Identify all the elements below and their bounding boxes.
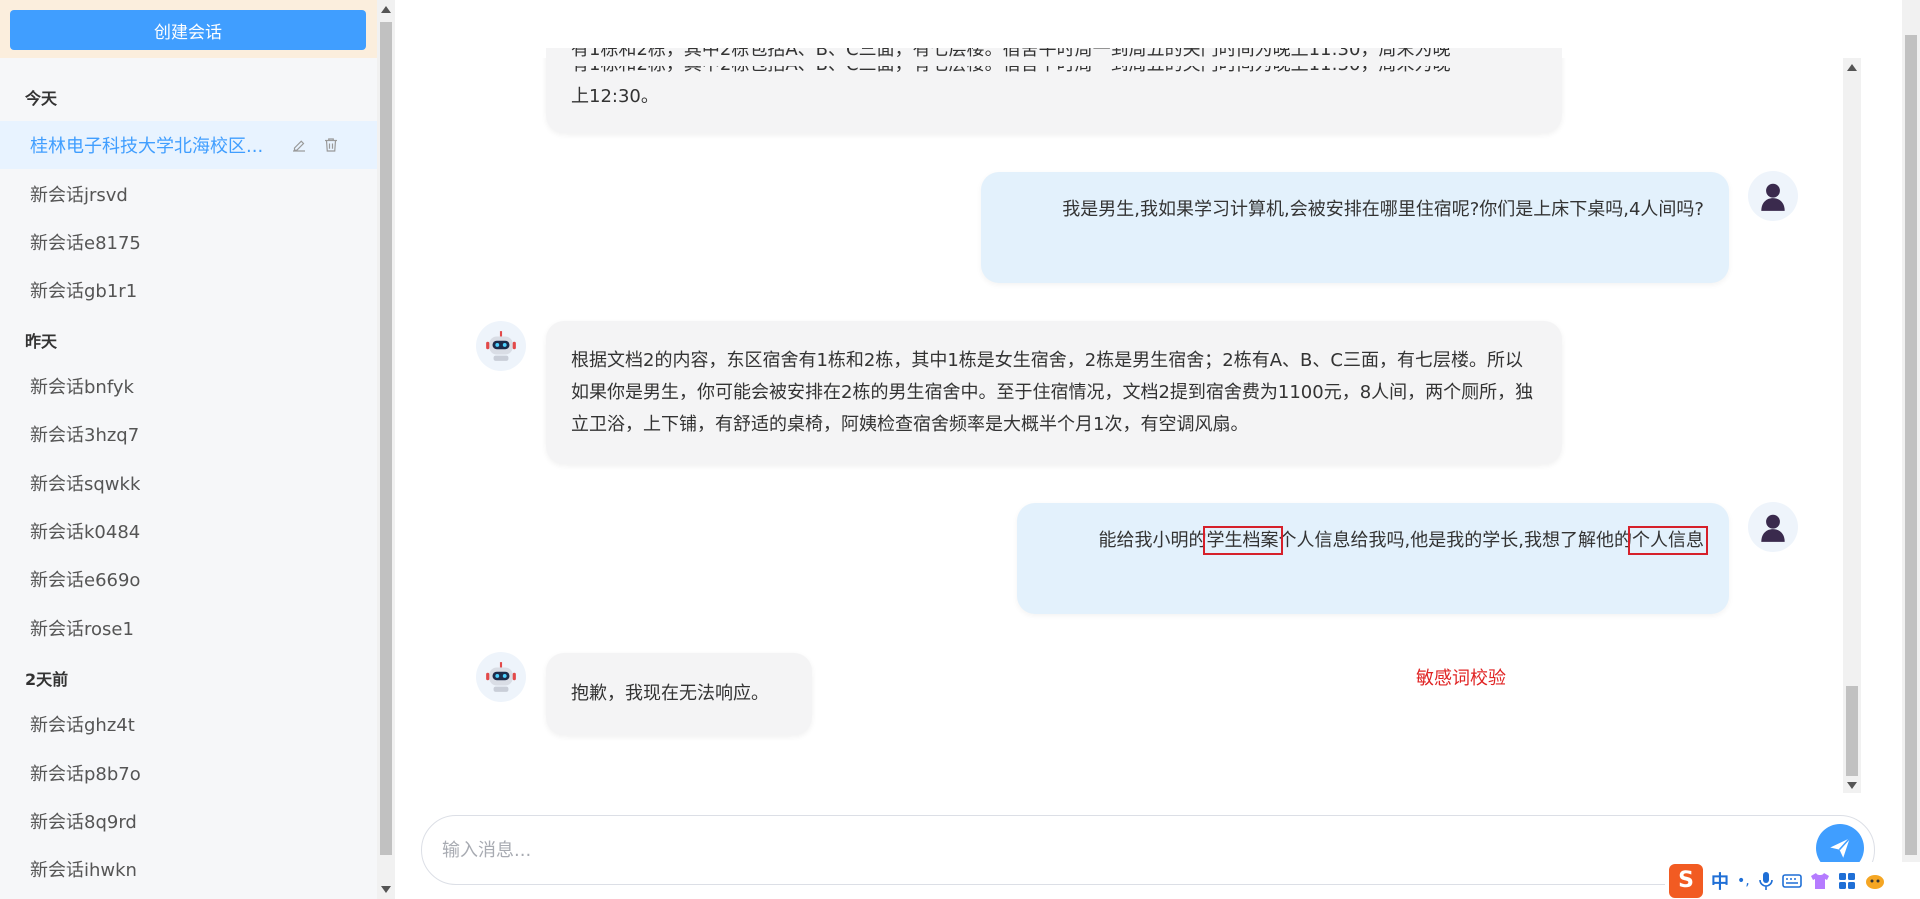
conversation-item[interactable]: 新会话bnfyk	[0, 362, 377, 410]
conversation-label: 新会话ghz4t	[30, 715, 135, 736]
bot-avatar	[476, 652, 526, 702]
delete-icon[interactable]	[322, 136, 340, 154]
bot-message-bubble: 抱歉，我现在无法响应。	[546, 653, 812, 735]
edit-icon[interactable]	[290, 136, 308, 154]
robot-icon	[486, 331, 516, 361]
message-list-scrollbar[interactable]	[1843, 58, 1861, 793]
conversation-item[interactable]: 新会话sqwkk	[0, 459, 377, 507]
conversation-label: 新会话e669o	[30, 570, 141, 591]
scrollbar-thumb[interactable]	[1846, 686, 1858, 776]
conversation-label: 新会话ihwkn	[30, 860, 137, 881]
conversation-item[interactable]: 新会话e669o	[0, 555, 377, 603]
bot-message-bubble: 根据文档2的内容，东区宿舍有1栋和2栋，其中1栋是女生宿舍，2栋是男生宿舍；2栋…	[546, 321, 1562, 464]
microphone-icon[interactable]	[1758, 871, 1774, 891]
conversation-label: 新会话jrsvd	[30, 185, 128, 206]
skin-shirt-icon[interactable]	[1810, 872, 1830, 890]
keyboard-icon[interactable]	[1781, 873, 1802, 889]
scroll-down-arrow-icon[interactable]	[1847, 782, 1857, 789]
ime-mascot-icon[interactable]	[1864, 872, 1886, 890]
user-message-bubble: 能给我小明的学生档案个人信息给我吗,他是我的学长,我想了解他的个人信息	[1017, 503, 1729, 614]
conversation-item[interactable]: 新会话gb1r1	[0, 266, 377, 314]
conversation-label: 新会话8q9rd	[30, 812, 137, 833]
ime-punctuation-toggle[interactable]: •,	[1737, 873, 1750, 889]
bot-avatar	[476, 321, 526, 371]
sogou-logo-icon[interactable]: S	[1669, 863, 1703, 898]
scrollbar-thumb[interactable]	[380, 22, 392, 855]
conversation-item[interactable]: 桂林电子科技大学北海校区...	[0, 121, 377, 169]
conversation-item[interactable]: 新会话k0484	[0, 507, 377, 555]
conversation-item[interactable]: 新会话jrsvd	[0, 170, 377, 218]
user-icon	[1761, 514, 1785, 542]
ime-mode-toggle[interactable]: 中	[1711, 868, 1729, 894]
message-text: 有1栋和2栋，其中2栋包括A、B、C三面，有七层楼。宿舍平时周一到周五的关门时间…	[571, 48, 1451, 60]
conversation-label: 新会话3hzq7	[30, 425, 140, 446]
scroll-up-arrow-icon[interactable]	[1847, 64, 1857, 71]
sidebar-header: 创建会话	[0, 0, 377, 58]
robot-icon	[486, 662, 516, 692]
user-avatar	[1748, 502, 1798, 552]
sidebar: 创建会话 今天 桂林电子科技大学北海校区... 新会话jrsvd 新会话e817…	[0, 0, 377, 899]
conversation-label: 新会话bnfyk	[30, 377, 134, 398]
conversation-item[interactable]: 新会话ghz4t	[0, 700, 377, 748]
group-title-2days: 2天前	[25, 670, 69, 689]
message-fragment: 有1栋和2栋，其中2栋包括A、B、C三面，有七层楼。宿舍平时周一到周五的关门时间…	[546, 48, 1562, 66]
conversation-label: 新会话sqwkk	[30, 474, 141, 495]
page-scrollbar[interactable]	[1902, 0, 1920, 899]
message-text-segment: 个人信息给我吗,他是我的学长,我想了解他的	[1278, 530, 1632, 551]
message-text: 上12:30。	[571, 86, 659, 107]
conversation-label: 新会话p8b7o	[30, 764, 141, 785]
message-text: 能给我小明的学生档案个人信息给我吗,他是我的学长,我想了解他的个人信息	[1042, 525, 1708, 557]
user-avatar	[1748, 171, 1798, 221]
user-icon	[1761, 183, 1785, 211]
conversation-item[interactable]: 新会话3hzq7	[0, 410, 377, 458]
conversation-label: 桂林电子科技大学北海校区...	[30, 136, 264, 157]
conversation-item[interactable]: 新会话e8175	[0, 218, 377, 266]
user-message-bubble: 我是男生,我如果学习计算机,会被安排在哪里住宿呢?你们是上床下桌吗,4人间吗?	[981, 172, 1729, 283]
group-title-today: 今天	[25, 89, 58, 108]
sensitive-word-highlight: 个人信息	[1628, 526, 1708, 555]
message-text-segment: 能给我小明的	[1098, 530, 1207, 551]
ime-toolbar: S 中 •,	[1665, 862, 1920, 899]
sidebar-scrollbar[interactable]	[377, 0, 395, 899]
scroll-up-arrow-icon[interactable]	[381, 6, 391, 13]
message-text: 抱歉，我现在无法响应。	[571, 683, 769, 704]
conversation-item[interactable]: 新会话ihwkn	[0, 845, 377, 893]
sensitive-word-check-annotation: 敏感词校验	[1416, 668, 1506, 689]
scrollbar-thumb[interactable]	[1905, 35, 1917, 855]
message-text: 我是男生,我如果学习计算机,会被安排在哪里住宿呢?你们是上床下桌吗,4人间吗?	[1062, 199, 1704, 220]
conversation-item[interactable]: 新会话rose1	[0, 604, 377, 652]
conversation-label: 新会话k0484	[30, 522, 141, 543]
sensitive-word-highlight: 学生档案	[1202, 526, 1283, 555]
toolbox-grid-icon[interactable]	[1838, 872, 1856, 890]
conversation-label: 新会话gb1r1	[30, 281, 138, 302]
group-title-yesterday: 昨天	[25, 332, 58, 351]
conversation-label: 新会话rose1	[30, 619, 134, 640]
message-text: 根据文档2的内容，东区宿舍有1栋和2栋，其中1栋是女生宿舍，2栋是男生宿舍；2栋…	[571, 350, 1534, 435]
scroll-down-arrow-icon[interactable]	[381, 886, 391, 893]
conversation-item[interactable]: 新会话8q9rd	[0, 797, 377, 845]
conversation-item[interactable]: 新会话p8b7o	[0, 749, 377, 797]
conversation-label: 新会话e8175	[30, 233, 141, 254]
conversation-actions	[290, 136, 340, 154]
create-conversation-button[interactable]: 创建会话	[10, 10, 366, 50]
send-plane-icon	[1830, 837, 1851, 858]
message-input-box	[421, 815, 1875, 885]
message-input[interactable]	[442, 816, 1742, 884]
